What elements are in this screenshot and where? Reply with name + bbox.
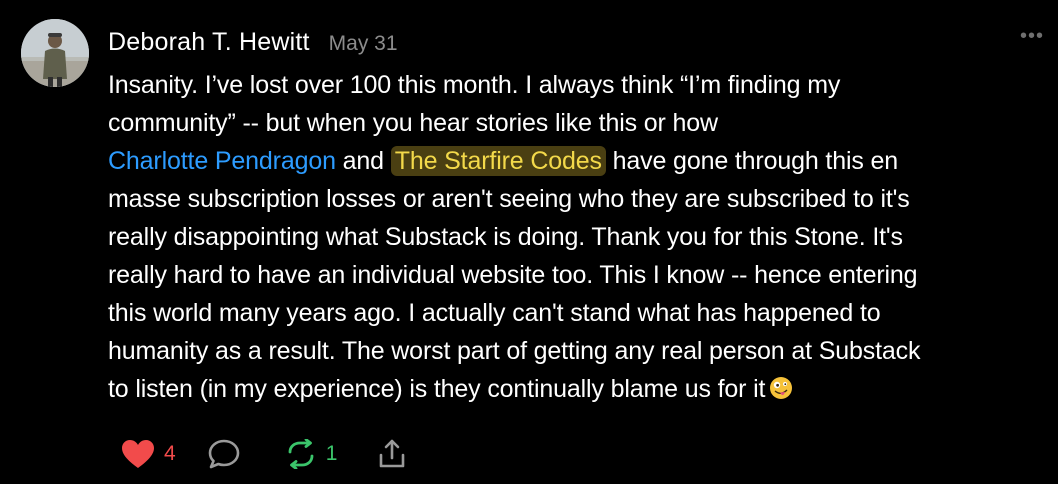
body-text-fragment: and	[335, 147, 391, 175]
avatar[interactable]	[21, 19, 89, 87]
mention-highlight[interactable]: The Starfire Codes	[390, 146, 606, 176]
like-count: 4	[164, 442, 176, 465]
comment-button[interactable]	[207, 438, 241, 470]
like-button[interactable]: 4	[121, 439, 176, 469]
note-card: Deborah T. Hewitt May 31 ••• Insanity. I…	[0, 0, 1058, 484]
restack-icon	[285, 439, 317, 469]
note-header: Deborah T. Hewitt May 31	[108, 28, 398, 60]
share-icon	[377, 438, 407, 470]
body-line-last: to listen (in my experience) is they con…	[108, 370, 1043, 411]
body-line: Insanity. I’ve lost over 100 this month.…	[108, 71, 841, 99]
avatar-photo	[21, 19, 89, 87]
body-text-fragment: have gone through this en	[605, 147, 899, 175]
post-date[interactable]: May 31	[329, 32, 398, 56]
action-bar: 4 1	[121, 436, 407, 472]
body-line: masse subscription losses or aren't seei…	[108, 185, 910, 213]
body-line-mentions: Charlotte Pendragon and The Starfire Cod…	[108, 142, 1043, 180]
restack-button[interactable]: 1	[285, 439, 338, 469]
body-line: really disappointing what Substack is do…	[108, 223, 903, 251]
body-line: community” -- but when you hear stories …	[108, 109, 718, 137]
more-options-icon[interactable]: •••	[1020, 26, 1044, 46]
body-line: really hard to have an individual websit…	[108, 261, 918, 289]
comment-bubble-icon	[207, 438, 241, 470]
share-button[interactable]	[377, 438, 407, 470]
mention-link[interactable]: Charlotte Pendragon	[108, 147, 336, 175]
heart-icon	[121, 439, 155, 469]
body-line: humanity as a result. The worst part of …	[108, 337, 921, 365]
note-body: Insanity. I’ve lost over 100 this month.…	[108, 66, 1043, 411]
zany-face-emoji-icon	[769, 373, 793, 411]
body-text-fragment: to listen (in my experience) is they con…	[108, 375, 766, 403]
body-line: this world many years ago. I actually ca…	[108, 299, 881, 327]
author-name[interactable]: Deborah T. Hewitt	[108, 28, 310, 57]
restack-count: 1	[325, 442, 338, 465]
